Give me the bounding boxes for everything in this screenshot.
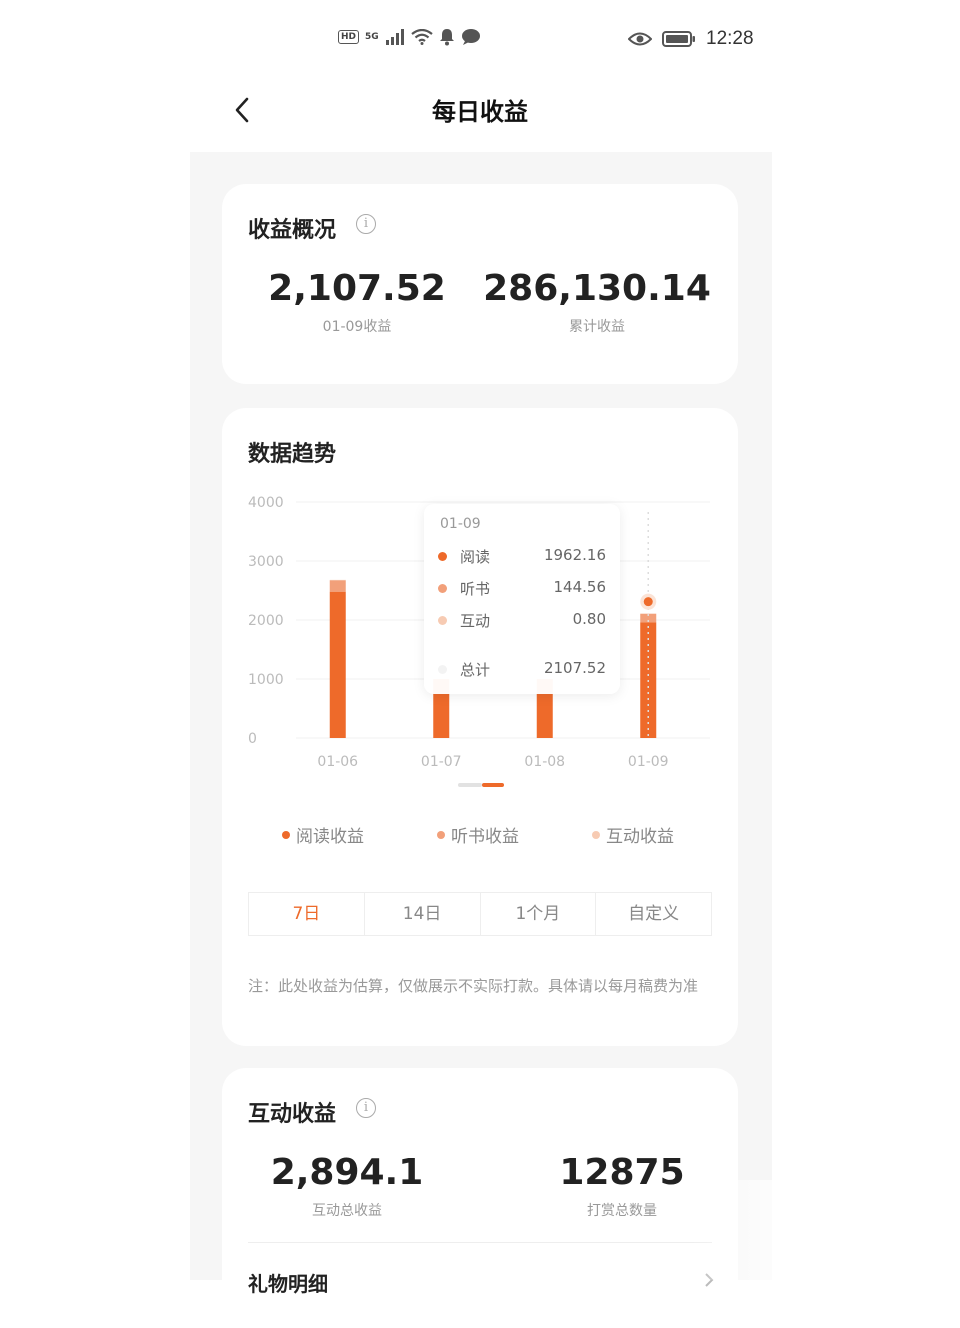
legend-dot	[437, 831, 445, 839]
tooltip-value: 0.80	[573, 610, 606, 628]
x-tick-label: 01-08	[524, 754, 565, 770]
interaction-total-label: 互动总收益	[242, 1200, 452, 1220]
scroll-indicator-thumb	[482, 783, 504, 787]
estimate-note: 注：此处收益为估算，仅做展示不实际打款。具体请以每月稿费为准	[248, 974, 714, 999]
daily-earnings-label: 01-09收益	[252, 316, 462, 336]
signal-icon	[385, 29, 405, 45]
tooltip-name: 听书	[460, 578, 490, 599]
gift-detail-row-label[interactable]: 礼物明细	[248, 1268, 328, 1297]
legend-interaction[interactable]: 互动收益	[592, 822, 674, 847]
tooltip-value: 2107.52	[544, 659, 606, 677]
legend-label: 互动收益	[606, 822, 674, 847]
bar-audiobook	[330, 580, 346, 591]
total-earnings-value: 286,130.14	[482, 268, 712, 309]
y-tick-label: 0	[248, 731, 257, 747]
x-tick-label: 01-09	[628, 754, 669, 770]
status-time: 12:28	[706, 28, 754, 50]
page-title: 每日收益	[0, 92, 960, 127]
interaction-total-value: 2,894.1	[242, 1152, 452, 1193]
network-label: 5G	[365, 32, 379, 42]
tooltip-dot-total	[438, 665, 447, 674]
overview-title: 收益概况	[248, 212, 336, 244]
tab-1-month[interactable]: 1个月	[481, 893, 597, 935]
tooltip-name: 互动	[460, 610, 490, 631]
tooltip-value: 144.56	[554, 578, 607, 596]
status-bar: HD 5G 12:28	[0, 0, 960, 80]
tooltip-dot-interaction	[438, 616, 447, 625]
interaction-card: 互动收益 i 2,894.1 互动总收益 12875 打赏总数量 礼物明细	[222, 1068, 738, 1328]
status-icons-left: HD 5G	[338, 28, 481, 46]
legend-reading[interactable]: 阅读收益	[282, 822, 364, 847]
info-icon[interactable]: i	[356, 214, 376, 234]
battery-icon	[662, 30, 696, 48]
legend-dot	[282, 831, 290, 839]
tab-7-days[interactable]: 7日	[249, 893, 365, 935]
hover-point	[644, 597, 653, 606]
page-header: 每日收益	[0, 80, 960, 140]
tooltip-row-reading: 阅读 1962.16	[438, 546, 606, 568]
chart-legend: 阅读收益 听书收益 互动收益	[222, 822, 738, 852]
edge-fade	[690, 1180, 960, 1280]
tooltip-dot-audiobook	[438, 584, 447, 593]
range-tabs: 7日 14日 1个月 自定义	[248, 892, 712, 936]
legend-label: 阅读收益	[296, 822, 364, 847]
chart-tooltip: 01-09 阅读 1962.16 听书 144.56 互动 0.80 总计 21…	[424, 504, 620, 694]
bar-reading	[330, 592, 346, 738]
message-bubble-icon	[461, 28, 481, 46]
eye-icon	[628, 31, 652, 47]
x-tick-label: 01-07	[421, 754, 462, 770]
tab-14-days[interactable]: 14日	[365, 893, 481, 935]
trend-card: 数据趋势 0100020003000400001-0601-0701-0801-…	[222, 408, 738, 1046]
legend-audiobook[interactable]: 听书收益	[437, 822, 519, 847]
legend-dot	[592, 831, 600, 839]
x-tick-label: 01-06	[317, 754, 358, 770]
y-tick-label: 2000	[248, 613, 284, 629]
total-earnings-label: 累计收益	[482, 316, 712, 336]
tooltip-name: 阅读	[460, 546, 490, 567]
wifi-icon	[411, 29, 433, 45]
tooltip-dot-reading	[438, 552, 447, 561]
daily-earnings-value: 2,107.52	[252, 268, 462, 309]
y-tick-label: 1000	[248, 672, 284, 688]
tab-custom[interactable]: 自定义	[596, 893, 711, 935]
tooltip-date: 01-09	[440, 516, 481, 532]
scroll-indicator-track	[458, 783, 482, 787]
overview-card: 收益概况 i 2,107.52 01-09收益 286,130.14 累计收益	[222, 184, 738, 384]
hd-icon: HD	[338, 30, 359, 44]
tooltip-row-total: 总计 2107.52	[438, 659, 606, 681]
tooltip-row-interaction: 互动 0.80	[438, 610, 606, 632]
legend-label: 听书收益	[451, 822, 519, 847]
y-tick-label: 3000	[248, 554, 284, 570]
y-tick-label: 4000	[248, 495, 284, 511]
divider	[248, 1242, 712, 1243]
tooltip-value: 1962.16	[544, 546, 606, 564]
interaction-title: 互动收益	[248, 1096, 336, 1128]
status-icons-right: 12:28	[628, 28, 754, 50]
tooltip-row-audiobook: 听书 144.56	[438, 578, 606, 600]
bar-interaction	[330, 580, 346, 581]
notification-bell-icon	[439, 28, 455, 46]
info-icon[interactable]: i	[356, 1098, 376, 1118]
tooltip-name: 总计	[460, 659, 490, 680]
